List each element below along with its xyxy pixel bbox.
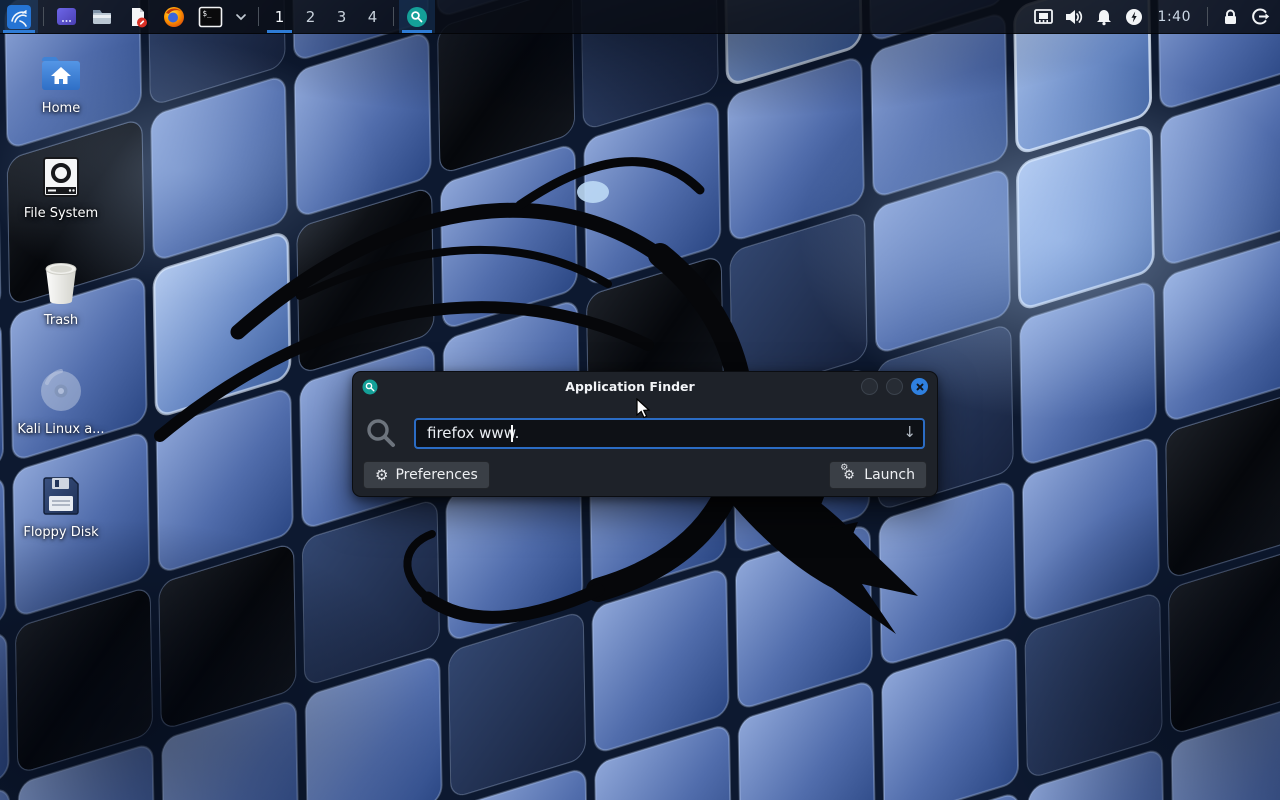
desktop-icon-kali-cdrom[interactable]: Kali Linux a... <box>8 367 114 437</box>
floppy-disk-icon <box>39 474 83 518</box>
workspace-label: 1 <box>275 8 285 26</box>
power-manager-button[interactable] <box>1122 5 1146 29</box>
applications-menu-button[interactable] <box>0 0 38 33</box>
history-dropdown-icon[interactable]: ↓ <box>903 423 916 441</box>
network-status-button[interactable] <box>1032 5 1056 29</box>
desktop-icon-label: File System <box>24 206 98 221</box>
firefox-icon <box>162 5 186 29</box>
hard-drive-icon <box>39 155 83 199</box>
speaker-icon <box>1064 8 1084 26</box>
search-icon <box>365 417 399 449</box>
desktop-icon-home[interactable]: Home <box>8 54 114 116</box>
workspace-button-3[interactable]: 3 <box>326 0 357 33</box>
network-ethernet-icon <box>1033 8 1054 26</box>
application-finder-window: Application Finder ↓ ⚙ Preferences ⚙ ⚙ <box>352 371 938 497</box>
workspace-button-2[interactable]: 2 <box>295 0 326 33</box>
taskbar-application-finder[interactable] <box>399 0 435 33</box>
lock-screen-button[interactable] <box>1218 5 1242 29</box>
file-manager-button[interactable] <box>84 0 120 33</box>
preferences-button[interactable]: ⚙ Preferences <box>363 461 490 489</box>
titlebar[interactable]: Application Finder <box>353 372 937 401</box>
firefox-button[interactable] <box>156 0 192 33</box>
kali-menu-icon <box>6 4 32 30</box>
window-title: Application Finder <box>413 379 847 394</box>
window-controls <box>861 378 928 395</box>
terminal-dropdown-button[interactable] <box>229 0 253 33</box>
workspace-label: 3 <box>337 8 347 26</box>
panel-separator <box>393 7 394 26</box>
launcher-app-button[interactable] <box>49 0 84 33</box>
workspace-button-4[interactable]: 4 <box>357 0 388 33</box>
finder-footer: ⚙ Preferences ⚙ ⚙ Launch <box>353 461 937 489</box>
desktop-icon-label: Trash <box>44 313 78 328</box>
lock-icon <box>1222 8 1239 26</box>
panel-separator <box>258 7 259 26</box>
top-panel: $_ 1 2 3 4 <box>0 0 1280 34</box>
document-edit-icon <box>126 5 150 29</box>
desktop-icon-file-system[interactable]: File System <box>8 155 114 221</box>
desktop-icon-floppy[interactable]: Floppy Disk <box>8 474 114 540</box>
launch-button-label: Launch <box>864 467 915 483</box>
gear-icon: ⚙ <box>375 468 388 483</box>
text-cursor <box>511 425 513 442</box>
workspace-button-1[interactable]: 1 <box>264 0 295 33</box>
launch-gears-icon: ⚙ ⚙ <box>841 467 857 483</box>
volume-button[interactable] <box>1062 5 1086 29</box>
minimize-button[interactable] <box>861 378 878 395</box>
desktop-icon-label: Floppy Disk <box>23 525 98 540</box>
chevron-down-icon <box>235 13 247 21</box>
close-button[interactable] <box>911 378 928 395</box>
dragon-highlight <box>577 181 609 203</box>
folder-icon <box>90 5 114 29</box>
window-app-finder-icon <box>362 379 378 395</box>
home-folder-icon <box>38 54 84 94</box>
app-finder-icon <box>405 5 429 29</box>
desktop-icon-trash[interactable]: Trash <box>8 260 114 328</box>
preferences-button-label: Preferences <box>395 467 477 483</box>
workspace-label: 4 <box>368 8 378 26</box>
launch-button[interactable]: ⚙ ⚙ Launch <box>829 461 927 489</box>
text-editor-button[interactable] <box>120 0 156 33</box>
maximize-button[interactable] <box>886 378 903 395</box>
desktop-icon-label: Kali Linux a... <box>17 422 104 437</box>
panel-separator <box>1207 7 1208 26</box>
terminal-button[interactable]: $_ <box>192 0 229 33</box>
mouse-cursor <box>636 398 652 420</box>
notifications-button[interactable] <box>1092 5 1116 29</box>
app-window-icon <box>55 5 78 28</box>
system-tray: 1:40 <box>1032 0 1280 33</box>
workspace-label: 2 <box>306 8 316 26</box>
svg-text:$_: $_ <box>203 9 213 18</box>
panel-separator <box>43 7 44 26</box>
trash-icon <box>39 260 83 306</box>
terminal-icon: $_ <box>198 6 223 28</box>
desktop-icon-label: Home <box>42 101 80 116</box>
power-plugged-icon <box>1125 8 1143 26</box>
logout-button[interactable] <box>1248 5 1272 29</box>
optical-disc-icon <box>37 367 85 415</box>
logout-icon <box>1251 7 1270 26</box>
clock[interactable]: 1:40 <box>1152 9 1197 25</box>
search-input-wrap: ↓ <box>414 418 925 449</box>
bell-icon <box>1095 8 1113 26</box>
search-input[interactable] <box>414 418 925 449</box>
